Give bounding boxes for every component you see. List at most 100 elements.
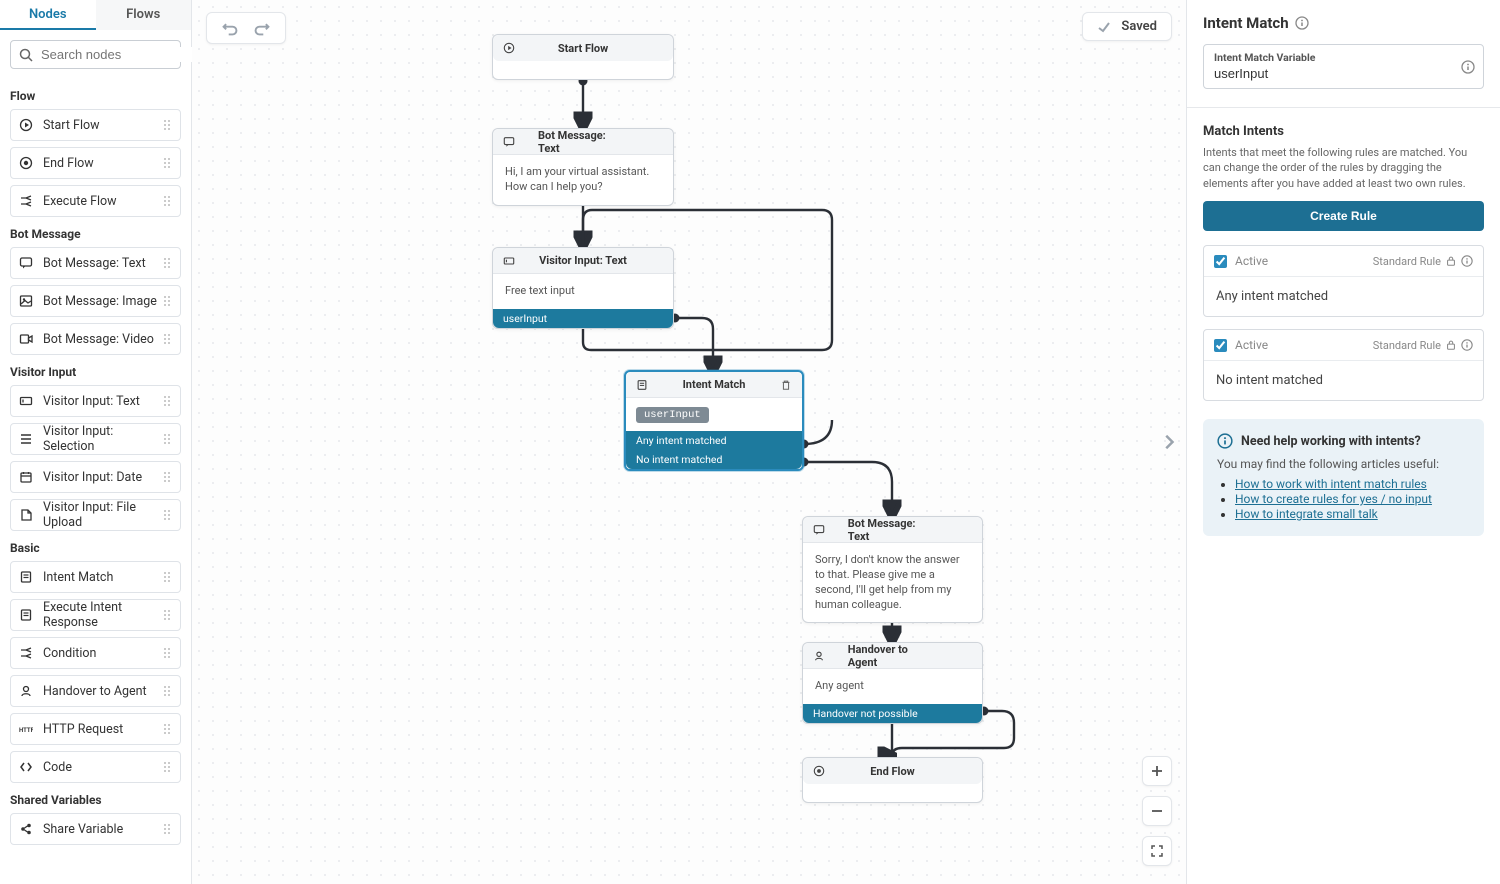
rule-active-checkbox[interactable]	[1214, 339, 1227, 352]
drag-handle-icon[interactable]	[162, 684, 172, 698]
fullscreen-icon	[1150, 844, 1164, 858]
input-icon	[19, 394, 33, 408]
collapse-inspector-button[interactable]	[1160, 432, 1180, 452]
undo-button[interactable]	[221, 19, 239, 37]
zoom-out-button[interactable]	[1142, 796, 1172, 826]
node-output-any-matched[interactable]: Any intent matched	[626, 431, 802, 450]
rule-card-any-intent[interactable]: Active Standard Rule Any intent matched	[1203, 245, 1484, 317]
drag-handle-icon[interactable]	[162, 722, 172, 736]
node-output-handover-not-possible[interactable]: Handover not possible	[803, 704, 982, 723]
node-title: Visitor Input: Text	[539, 254, 627, 267]
palette-item[interactable]: Visitor Input: Selection	[10, 423, 181, 455]
chat-icon	[813, 524, 825, 536]
palette-item[interactable]: Code	[10, 751, 181, 783]
palette-item[interactable]: Execute Flow	[10, 185, 181, 217]
palette-item[interactable]: Bot Message: Text	[10, 247, 181, 279]
node-bot-message-2[interactable]: Bot Message: Text Sorry, I don't know th…	[802, 516, 983, 623]
stop-circle-icon	[19, 156, 33, 170]
create-rule-button[interactable]: Create Rule	[1203, 201, 1484, 231]
palette-item[interactable]: Start Flow	[10, 109, 181, 141]
drag-handle-icon[interactable]	[162, 118, 172, 132]
intent-match-variable-input[interactable]	[1214, 66, 1473, 81]
drag-handle-icon[interactable]	[162, 760, 172, 774]
drag-handle-icon[interactable]	[162, 156, 172, 170]
palette-item[interactable]: Visitor Input: File Upload	[10, 499, 181, 531]
intent-match-variable-field[interactable]: Intent Match Variable	[1203, 44, 1484, 89]
drag-handle-icon[interactable]	[162, 256, 172, 270]
palette-item[interactable]: Condition	[10, 637, 181, 669]
drag-handle-icon[interactable]	[162, 432, 172, 446]
palette-item[interactable]: Handover to Agent	[10, 675, 181, 707]
node-title: Start Flow	[558, 42, 608, 55]
palette-item[interactable]: Share Variable	[10, 813, 181, 845]
flow-canvas[interactable]: Saved	[192, 0, 1186, 884]
redo-button[interactable]	[253, 19, 271, 37]
info-icon[interactable]	[1461, 255, 1473, 267]
palette-group-title: Basic	[10, 541, 181, 555]
redo-icon	[253, 19, 271, 37]
rule-card-no-intent[interactable]: Active Standard Rule No intent matched	[1203, 329, 1484, 401]
tip-link-small-talk[interactable]: How to integrate small talk	[1235, 507, 1378, 521]
palette-item-label: Visitor Input: File Upload	[43, 500, 162, 530]
image-icon	[19, 294, 33, 308]
drag-handle-icon[interactable]	[162, 508, 172, 522]
node-intent-match[interactable]: Intent Match userInput Any intent matche…	[624, 370, 804, 471]
drag-handle-icon[interactable]	[162, 194, 172, 208]
rule-description: Any intent matched	[1204, 277, 1483, 316]
standard-rule-label: Standard Rule	[1373, 255, 1441, 268]
palette-item[interactable]: Visitor Input: Text	[10, 385, 181, 417]
delete-node-button[interactable]	[780, 379, 792, 391]
code-icon	[19, 760, 33, 774]
drag-handle-icon[interactable]	[162, 646, 172, 660]
node-visitor-input[interactable]: Visitor Input: Text Free text input user…	[492, 247, 674, 329]
share-icon	[19, 822, 33, 836]
palette-item[interactable]: Visitor Input: Date	[10, 461, 181, 493]
help-tip-box: Need help working with intents? You may …	[1203, 419, 1484, 536]
fullscreen-button[interactable]	[1142, 836, 1172, 866]
tip-link-intent-rules[interactable]: How to work with intent match rules	[1235, 477, 1427, 491]
info-icon[interactable]	[1461, 60, 1475, 74]
info-icon[interactable]	[1461, 339, 1473, 351]
undo-icon	[221, 19, 239, 37]
list-icon	[19, 432, 33, 446]
palette-item[interactable]: Bot Message: Image	[10, 285, 181, 317]
tab-nodes[interactable]: Nodes	[0, 0, 96, 30]
stop-circle-icon	[813, 765, 825, 777]
palette-item-label: Handover to Agent	[43, 684, 162, 699]
standard-rule-label: Standard Rule	[1373, 339, 1441, 352]
palette-item[interactable]: End Flow	[10, 147, 181, 179]
node-start-flow[interactable]: Start Flow	[492, 34, 674, 80]
rule-active-label: Active	[1235, 254, 1268, 268]
node-palette[interactable]: FlowStart FlowEnd FlowExecute FlowBot Me…	[0, 79, 191, 884]
node-handover[interactable]: Handover to Agent Any agent Handover not…	[802, 642, 983, 724]
palette-item-label: Bot Message: Text	[43, 256, 162, 271]
info-icon	[1217, 433, 1233, 449]
drag-handle-icon[interactable]	[162, 394, 172, 408]
palette-item[interactable]: Bot Message: Video	[10, 323, 181, 355]
palette-item-label: Share Variable	[43, 822, 162, 837]
drag-handle-icon[interactable]	[162, 608, 172, 622]
agent-icon	[19, 684, 33, 698]
tab-flows[interactable]: Flows	[96, 0, 192, 30]
search-input[interactable]	[41, 47, 217, 62]
palette-item[interactable]: Intent Match	[10, 561, 181, 593]
drag-handle-icon[interactable]	[162, 570, 172, 584]
drag-handle-icon[interactable]	[162, 332, 172, 346]
palette-item-label: Condition	[43, 646, 162, 661]
node-end-flow[interactable]: End Flow	[802, 757, 983, 803]
node-bot-message-1[interactable]: Bot Message: Text Hi, I am your virtual …	[492, 128, 674, 206]
drag-handle-icon[interactable]	[162, 294, 172, 308]
node-output-userinput[interactable]: userInput	[493, 309, 673, 328]
palette-item[interactable]: HTTP Request	[10, 713, 181, 745]
info-icon[interactable]	[1295, 16, 1309, 30]
search-input-wrapper[interactable]	[10, 40, 181, 69]
palette-item-label: Execute Flow	[43, 194, 162, 209]
rule-active-checkbox[interactable]	[1214, 255, 1227, 268]
palette-item-label: HTTP Request	[43, 722, 162, 737]
tip-link-yes-no[interactable]: How to create rules for yes / no input	[1235, 492, 1432, 506]
zoom-in-button[interactable]	[1142, 756, 1172, 786]
drag-handle-icon[interactable]	[162, 470, 172, 484]
drag-handle-icon[interactable]	[162, 822, 172, 836]
palette-item[interactable]: Execute Intent Response	[10, 599, 181, 631]
node-output-no-matched[interactable]: No intent matched	[626, 450, 802, 469]
